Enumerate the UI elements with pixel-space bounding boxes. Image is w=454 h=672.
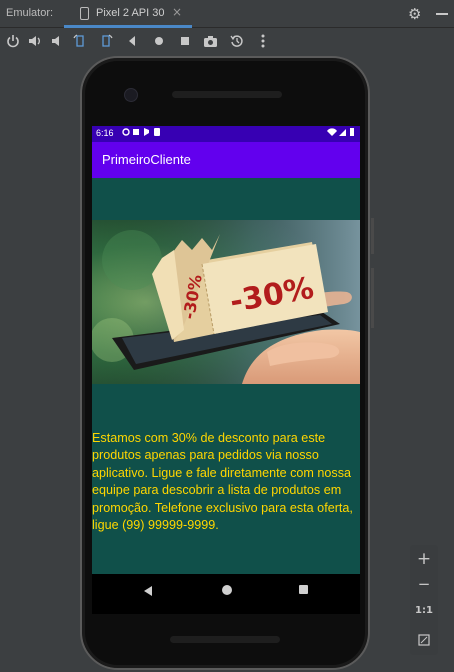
gear-icon[interactable]: ⚙	[408, 5, 421, 23]
volume-button	[371, 218, 374, 254]
screenshot-icon[interactable]	[202, 33, 218, 49]
front-camera	[124, 88, 138, 102]
power-icon[interactable]	[5, 33, 21, 49]
minimize-icon[interactable]	[436, 13, 448, 15]
power-button	[371, 268, 374, 328]
rotate-left-icon[interactable]	[72, 33, 88, 49]
app-title: PrimeiroCliente	[102, 152, 191, 167]
emulator-toolbar	[0, 29, 454, 55]
more-icon[interactable]	[255, 33, 271, 49]
zoom-out-button[interactable]: −	[410, 575, 438, 593]
promo-image: -30% -30%	[92, 220, 360, 384]
system-status-icons	[326, 127, 356, 139]
status-time: 6:16	[96, 128, 114, 138]
device-screen: 6:16 PrimeiroCliente -30% -30% Estamos c…	[92, 126, 360, 574]
earpiece-speaker	[172, 91, 282, 98]
fit-screen-icon[interactable]	[410, 631, 438, 647]
tab-label: Pixel 2 API 30	[96, 7, 165, 19]
volume-down-icon[interactable]	[49, 33, 65, 49]
recents-icon[interactable]	[299, 585, 308, 594]
notification-icons	[122, 127, 162, 139]
close-tab-icon[interactable]: ×	[172, 5, 182, 19]
zoom-in-button[interactable]: +	[410, 549, 438, 569]
promo-description: Estamos com 30% de desconto para este pr…	[92, 431, 353, 533]
device-frame: 6:16 PrimeiroCliente -30% -30% Estamos c…	[80, 56, 374, 670]
emulator-tab-bar: Emulator: Pixel 2 API 30 × ⚙	[0, 0, 454, 28]
volume-up-icon[interactable]	[27, 33, 43, 49]
android-status-bar: 6:16	[92, 126, 360, 142]
rotate-right-icon[interactable]	[98, 33, 114, 49]
overview-icon[interactable]	[177, 33, 193, 49]
back-icon[interactable]	[144, 586, 152, 596]
zoom-controls: + − 1:1	[410, 545, 438, 655]
actual-size-button[interactable]: 1:1	[410, 605, 438, 616]
emulator-label: Emulator:	[6, 7, 54, 19]
device-icon	[80, 7, 89, 20]
android-nav-bar	[92, 574, 360, 614]
back-icon[interactable]	[124, 33, 140, 49]
home-icon[interactable]	[151, 33, 167, 49]
tab-pixel-2-api-30[interactable]: Pixel 2 API 30 ×	[64, 0, 192, 28]
snapshot-icon[interactable]	[229, 33, 245, 49]
gear-icon	[122, 128, 130, 136]
home-icon[interactable]	[222, 585, 232, 595]
bottom-speaker	[170, 636, 280, 643]
app-bar: PrimeiroCliente	[92, 142, 360, 178]
